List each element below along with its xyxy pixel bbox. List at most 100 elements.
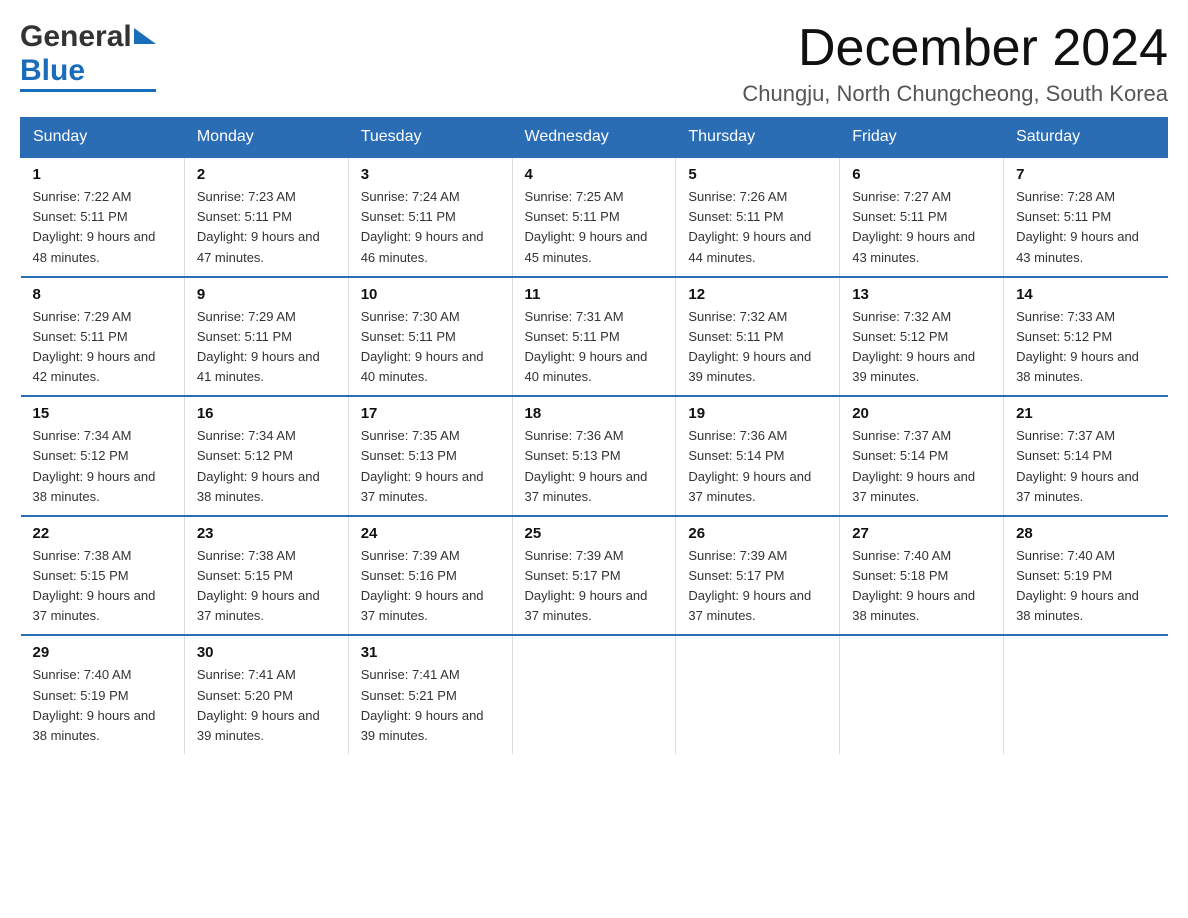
day-number: 13	[852, 286, 991, 303]
day-info: Sunrise: 7:34 AMSunset: 5:12 PMDaylight:…	[197, 426, 336, 507]
calendar-week-row: 29 Sunrise: 7:40 AMSunset: 5:19 PMDayligh…	[21, 635, 1168, 754]
col-wednesday: Wednesday	[512, 118, 676, 158]
calendar-cell: 7Sunrise: 7:28 AMSunset: 5:11 PMDaylight…	[1004, 157, 1168, 277]
logo-underline	[20, 89, 156, 92]
day-number: 15	[33, 405, 172, 422]
day-number: 9	[197, 286, 336, 303]
main-title: December 2024	[742, 20, 1168, 77]
subtitle: Chungju, North Chungcheong, South Korea	[742, 81, 1168, 107]
calendar-cell: 13 Sunrise: 7:32 AMSunset: 5:12 PMDayligh…	[840, 277, 1004, 397]
day-number: 25	[525, 525, 664, 542]
day-number: 7	[1016, 166, 1155, 183]
day-number: 14	[1016, 286, 1155, 303]
day-info: Sunrise: 7:36 AMSunset: 5:14 PMDaylight:…	[688, 426, 827, 507]
day-info: Sunrise: 7:36 AMSunset: 5:13 PMDaylight:…	[525, 426, 664, 507]
day-info: Sunrise: 7:37 AMSunset: 5:14 PMDaylight:…	[1016, 426, 1155, 507]
day-number: 10	[361, 286, 500, 303]
calendar-cell: 4Sunrise: 7:25 AMSunset: 5:11 PMDaylight…	[512, 157, 676, 277]
day-number: 22	[33, 525, 172, 542]
calendar-cell: 2 Sunrise: 7:23 AMSunset: 5:11 PMDaylight…	[184, 157, 348, 277]
calendar-cell: 9 Sunrise: 7:29 AMSunset: 5:11 PMDaylight…	[184, 277, 348, 397]
day-number: 17	[361, 405, 500, 422]
col-sunday: Sunday	[21, 118, 185, 158]
calendar-cell: 8Sunrise: 7:29 AMSunset: 5:11 PMDaylight…	[21, 277, 185, 397]
calendar-cell	[512, 635, 676, 754]
day-info: Sunrise: 7:41 AMSunset: 5:21 PMDaylight:…	[361, 665, 500, 746]
calendar-week-row: 1 Sunrise: 7:22 AMSunset: 5:11 PMDaylight…	[21, 157, 1168, 277]
day-info: Sunrise: 7:29 AMSunset: 5:11 PMDaylight:…	[33, 307, 172, 388]
calendar-cell: 20 Sunrise: 7:37 AMSunset: 5:14 PMDayligh…	[840, 396, 1004, 516]
calendar-cell: 30Sunrise: 7:41 AMSunset: 5:20 PMDayligh…	[184, 635, 348, 754]
calendar-cell: 10Sunrise: 7:30 AMSunset: 5:11 PMDayligh…	[348, 277, 512, 397]
day-info: Sunrise: 7:23 AMSunset: 5:11 PMDaylight:…	[197, 187, 336, 268]
day-info: Sunrise: 7:40 AMSunset: 5:19 PMDaylight:…	[33, 665, 172, 746]
day-info: Sunrise: 7:29 AMSunset: 5:11 PMDaylight:…	[197, 307, 336, 388]
day-info: Sunrise: 7:39 AMSunset: 5:17 PMDaylight:…	[525, 546, 664, 627]
calendar-cell: 22 Sunrise: 7:38 AMSunset: 5:15 PMDayligh…	[21, 516, 185, 636]
day-number: 23	[197, 525, 336, 542]
day-number: 31	[361, 644, 500, 661]
day-info: Sunrise: 7:34 AMSunset: 5:12 PMDaylight:…	[33, 426, 172, 507]
day-number: 2	[197, 166, 336, 183]
calendar-cell: 21 Sunrise: 7:37 AMSunset: 5:14 PMDayligh…	[1004, 396, 1168, 516]
day-number: 24	[361, 525, 500, 542]
col-tuesday: Tuesday	[348, 118, 512, 158]
calendar-cell: 1 Sunrise: 7:22 AMSunset: 5:11 PMDaylight…	[21, 157, 185, 277]
calendar-cell	[840, 635, 1004, 754]
calendar-cell: 17 Sunrise: 7:35 AMSunset: 5:13 PMDayligh…	[348, 396, 512, 516]
day-number: 29	[33, 644, 172, 661]
day-info: Sunrise: 7:33 AMSunset: 5:12 PMDaylight:…	[1016, 307, 1155, 388]
calendar-cell: 26 Sunrise: 7:39 AMSunset: 5:17 PMDayligh…	[676, 516, 840, 636]
calendar-cell: 12 Sunrise: 7:32 AMSunset: 5:11 PMDayligh…	[676, 277, 840, 397]
col-friday: Friday	[840, 118, 1004, 158]
calendar-cell: 23 Sunrise: 7:38 AMSunset: 5:15 PMDayligh…	[184, 516, 348, 636]
day-info: Sunrise: 7:40 AMSunset: 5:18 PMDaylight:…	[852, 546, 991, 627]
day-number: 1	[33, 166, 172, 183]
calendar-cell: 14 Sunrise: 7:33 AMSunset: 5:12 PMDayligh…	[1004, 277, 1168, 397]
day-info: Sunrise: 7:39 AMSunset: 5:17 PMDaylight:…	[688, 546, 827, 627]
day-info: Sunrise: 7:22 AMSunset: 5:11 PMDaylight:…	[33, 187, 172, 268]
calendar-table: Sunday Monday Tuesday Wednesday Thursday…	[20, 117, 1168, 754]
day-info: Sunrise: 7:31 AMSunset: 5:11 PMDaylight:…	[525, 307, 664, 388]
day-info: Sunrise: 7:41 AMSunset: 5:20 PMDaylight:…	[197, 665, 336, 746]
calendar-cell: 18Sunrise: 7:36 AMSunset: 5:13 PMDayligh…	[512, 396, 676, 516]
logo-general-text: General	[20, 20, 132, 54]
calendar-cell: 15 Sunrise: 7:34 AMSunset: 5:12 PMDayligh…	[21, 396, 185, 516]
logo-arrow-icon	[134, 28, 156, 44]
calendar-week-row: 8Sunrise: 7:29 AMSunset: 5:11 PMDaylight…	[21, 277, 1168, 397]
calendar-header-row: Sunday Monday Tuesday Wednesday Thursday…	[21, 118, 1168, 158]
day-info: Sunrise: 7:32 AMSunset: 5:12 PMDaylight:…	[852, 307, 991, 388]
calendar-week-row: 22 Sunrise: 7:38 AMSunset: 5:15 PMDayligh…	[21, 516, 1168, 636]
day-number: 20	[852, 405, 991, 422]
day-info: Sunrise: 7:26 AMSunset: 5:11 PMDaylight:…	[688, 187, 827, 268]
day-number: 26	[688, 525, 827, 542]
day-info: Sunrise: 7:24 AMSunset: 5:11 PMDaylight:…	[361, 187, 500, 268]
logo: General Blue	[20, 20, 156, 92]
day-info: Sunrise: 7:37 AMSunset: 5:14 PMDaylight:…	[852, 426, 991, 507]
day-info: Sunrise: 7:38 AMSunset: 5:15 PMDaylight:…	[197, 546, 336, 627]
day-number: 4	[525, 166, 664, 183]
day-info: Sunrise: 7:40 AMSunset: 5:19 PMDaylight:…	[1016, 546, 1155, 627]
day-number: 19	[688, 405, 827, 422]
title-section: December 2024 Chungju, North Chungcheong…	[742, 20, 1168, 107]
calendar-cell: 25 Sunrise: 7:39 AMSunset: 5:17 PMDayligh…	[512, 516, 676, 636]
calendar-cell: 24 Sunrise: 7:39 AMSunset: 5:16 PMDayligh…	[348, 516, 512, 636]
day-number: 3	[361, 166, 500, 183]
col-thursday: Thursday	[676, 118, 840, 158]
page-header: General Blue December 2024 Chungju, Nort…	[20, 20, 1168, 107]
calendar-cell: 29 Sunrise: 7:40 AMSunset: 5:19 PMDayligh…	[21, 635, 185, 754]
day-info: Sunrise: 7:38 AMSunset: 5:15 PMDaylight:…	[33, 546, 172, 627]
day-number: 12	[688, 286, 827, 303]
calendar-cell: 19 Sunrise: 7:36 AMSunset: 5:14 PMDayligh…	[676, 396, 840, 516]
day-info: Sunrise: 7:32 AMSunset: 5:11 PMDaylight:…	[688, 307, 827, 388]
day-number: 16	[197, 405, 336, 422]
day-info: Sunrise: 7:39 AMSunset: 5:16 PMDaylight:…	[361, 546, 500, 627]
calendar-cell	[676, 635, 840, 754]
calendar-cell: 31 Sunrise: 7:41 AMSunset: 5:21 PMDayligh…	[348, 635, 512, 754]
calendar-cell: 16 Sunrise: 7:34 AMSunset: 5:12 PMDayligh…	[184, 396, 348, 516]
calendar-cell: 5Sunrise: 7:26 AMSunset: 5:11 PMDaylight…	[676, 157, 840, 277]
day-number: 21	[1016, 405, 1155, 422]
calendar-cell	[1004, 635, 1168, 754]
col-monday: Monday	[184, 118, 348, 158]
day-info: Sunrise: 7:35 AMSunset: 5:13 PMDaylight:…	[361, 426, 500, 507]
